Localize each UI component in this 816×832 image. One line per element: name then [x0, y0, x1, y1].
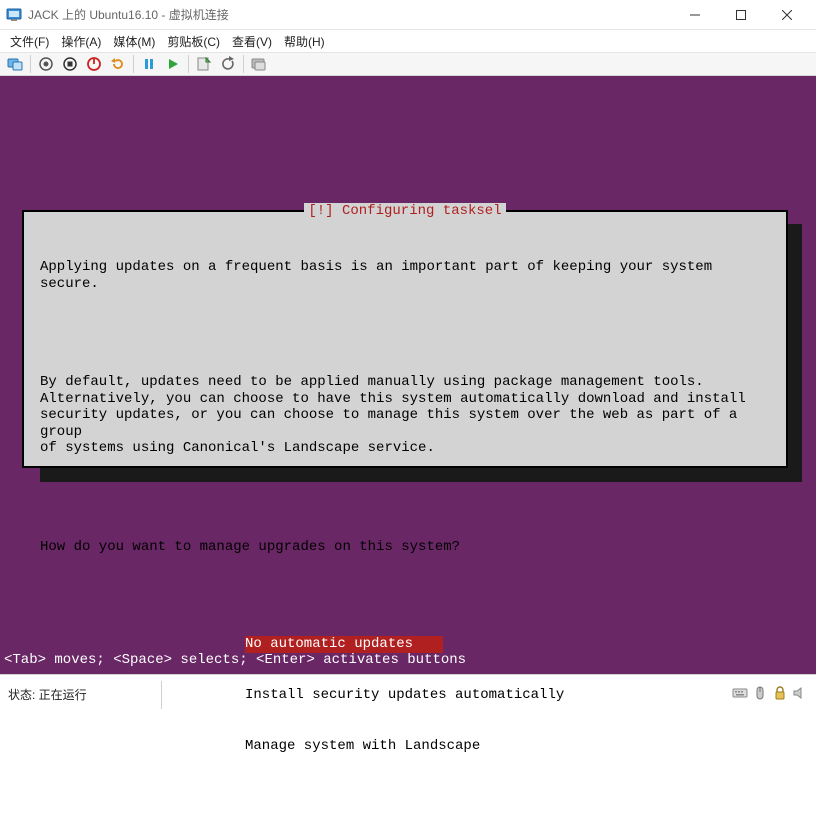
- menu-action[interactable]: 操作(A): [61, 33, 101, 50]
- dialog-question: How do you want to manage upgrades on th…: [40, 539, 770, 556]
- pause-icon[interactable]: [140, 55, 158, 73]
- separator: [243, 55, 244, 73]
- window-buttons: [672, 0, 810, 30]
- snapshot-icon[interactable]: [195, 55, 213, 73]
- title-bar: JACK 上的 Ubuntu16.10 - 虚拟机连接: [0, 0, 816, 30]
- menu-bar: 文件(F) 操作(A) 媒体(M) 剪贴板(C) 查看(V) 帮助(H): [0, 30, 816, 52]
- shutdown-icon[interactable]: [85, 55, 103, 73]
- dialog-title: [!] Configuring tasksel: [304, 203, 505, 219]
- menu-file[interactable]: 文件(F): [10, 33, 49, 50]
- sound-off-icon: [792, 685, 808, 704]
- option-install-security-updates[interactable]: Install security updates automatically: [245, 687, 564, 703]
- dialog-body: Applying updates on a frequent basis is …: [24, 212, 786, 832]
- record-off-icon[interactable]: [37, 55, 55, 73]
- terminal-area: [!] Configuring tasksel Applying updates…: [0, 76, 816, 674]
- option-no-auto-updates[interactable]: No automatic updates: [245, 636, 443, 653]
- tasksel-dialog: [!] Configuring tasksel Applying updates…: [22, 210, 788, 468]
- window-title: JACK 上的 Ubuntu16.10 - 虚拟机连接: [28, 6, 672, 23]
- minimize-button[interactable]: [672, 0, 718, 30]
- menu-view[interactable]: 查看(V): [232, 33, 272, 50]
- dialog-title-wrap: [!] Configuring tasksel: [24, 203, 786, 219]
- hint-line: <Tab> moves; <Space> selects; <Enter> ac…: [4, 652, 466, 668]
- connect-icon[interactable]: [6, 55, 24, 73]
- revert-icon[interactable]: [219, 55, 237, 73]
- enhanced-icon[interactable]: [250, 55, 268, 73]
- play-icon[interactable]: [164, 55, 182, 73]
- menu-help[interactable]: 帮助(H): [284, 33, 325, 50]
- separator: [188, 55, 189, 73]
- app-icon: [6, 7, 22, 23]
- menu-clipboard[interactable]: 剪贴板(C): [167, 33, 220, 50]
- restart-icon[interactable]: [109, 55, 127, 73]
- option-manage-with-landscape[interactable]: Manage system with Landscape: [245, 738, 480, 754]
- menu-media[interactable]: 媒体(M): [113, 33, 155, 50]
- toolbar: [0, 52, 816, 76]
- options-list: No automatic updates Install security up…: [245, 602, 770, 789]
- maximize-button[interactable]: [718, 0, 764, 30]
- close-button[interactable]: [764, 0, 810, 30]
- separator: [30, 55, 31, 73]
- dialog-para1: Applying updates on a frequent basis is …: [40, 259, 770, 292]
- separator: [133, 55, 134, 73]
- dialog-para2: By default, updates need to be applied m…: [40, 374, 770, 457]
- stop-icon[interactable]: [61, 55, 79, 73]
